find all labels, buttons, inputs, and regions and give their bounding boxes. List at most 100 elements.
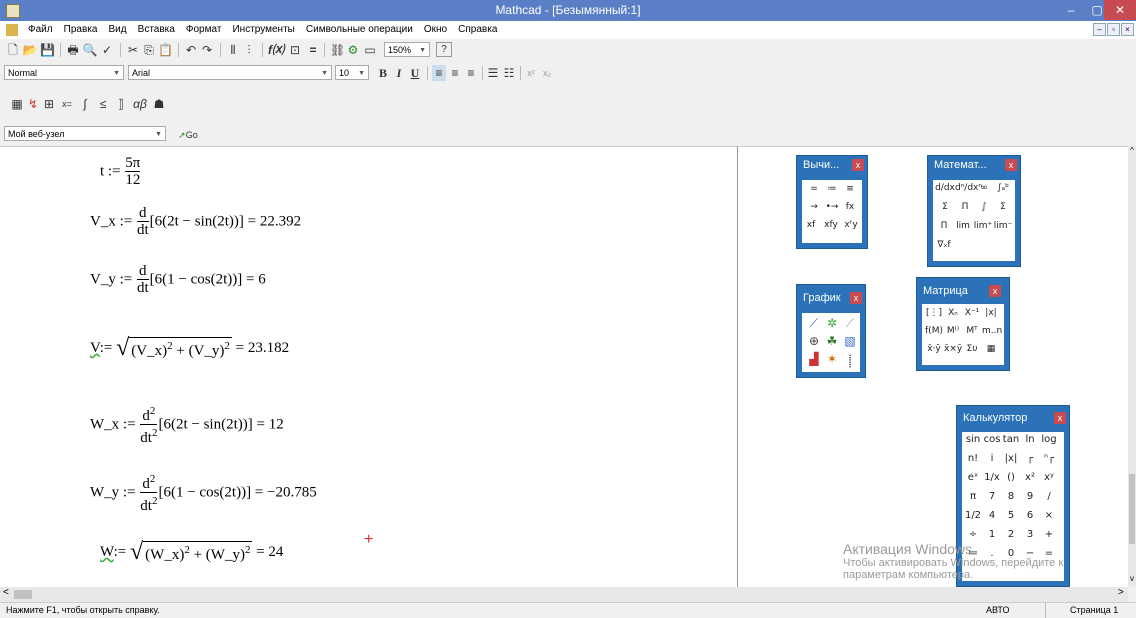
scroll-left-icon[interactable]: < bbox=[3, 587, 9, 598]
graph-toolbar-icon[interactable]: ↯ bbox=[26, 96, 40, 112]
palette-button[interactable]: = bbox=[805, 184, 823, 194]
calculator-key[interactable]: 1 bbox=[983, 529, 1001, 540]
palette-header[interactable]: Калькулятор x bbox=[957, 406, 1069, 427]
palette-button[interactable]: [⋮] bbox=[924, 308, 944, 318]
redo-icon[interactable]: ↷ bbox=[200, 42, 214, 58]
palette-button[interactable]: → bbox=[805, 202, 823, 212]
calculator-key[interactable]: / bbox=[1040, 491, 1058, 502]
menu-file[interactable]: Файл bbox=[24, 21, 57, 39]
equation-wy[interactable]: W_y := d2 dt2 [6(1 − cos(2t))] = −20.785 bbox=[90, 471, 317, 515]
align-left-icon[interactable]: ≡ bbox=[432, 65, 446, 81]
underline-button[interactable]: U bbox=[408, 65, 422, 81]
open-icon[interactable]: 📂 bbox=[22, 42, 38, 58]
palette-button[interactable]: Mᵀ bbox=[962, 326, 982, 336]
calculator-key[interactable]: |x| bbox=[1002, 453, 1020, 464]
3d-bar-icon[interactable]: ▧ bbox=[841, 334, 859, 348]
calculator-key[interactable]: 5 bbox=[1002, 510, 1020, 521]
equation-w[interactable]: W:= √ (W_x)2 + (W_y)2 = 24 bbox=[100, 539, 283, 566]
boolean-toolbar-icon[interactable]: ≤ bbox=[96, 96, 110, 112]
xy-plot-icon[interactable]: ⟋ bbox=[805, 316, 823, 331]
matrix-toolbar-icon[interactable]: ⊞ bbox=[42, 96, 56, 112]
palette-button[interactable]: Σ bbox=[993, 202, 1013, 212]
palette-button[interactable]: f(M) bbox=[924, 326, 944, 336]
spellcheck-icon[interactable]: ✓ bbox=[100, 42, 114, 58]
calculator-key[interactable]: 6 bbox=[1021, 510, 1039, 521]
palette-close-button[interactable]: x bbox=[850, 292, 862, 304]
menu-symbolics[interactable]: Символьные операции bbox=[302, 21, 417, 39]
style-select[interactable]: Normal ▼ bbox=[4, 65, 124, 80]
palette-button[interactable]: x̄·ȳ bbox=[924, 344, 944, 354]
calculator-key[interactable]: x² bbox=[1021, 472, 1039, 483]
menu-help[interactable]: Справка bbox=[454, 21, 501, 39]
palette-header[interactable]: Матрица x bbox=[917, 278, 1009, 300]
horizontal-scroll-thumb[interactable] bbox=[14, 590, 32, 599]
palette-button[interactable]: Π bbox=[935, 221, 953, 231]
greek-toolbar-icon[interactable]: αβ bbox=[132, 96, 148, 112]
palette-button[interactable]: ∇ₓf bbox=[935, 240, 953, 250]
calculus-palette[interactable]: Математ... x d/dx dⁿ/dxⁿ ∞ ∫ₐᵇ Σ Π ∫ Σ Π … bbox=[927, 155, 1021, 267]
scroll-up-icon[interactable]: ^ bbox=[1128, 146, 1136, 155]
palette-button[interactable]: ∫ bbox=[975, 202, 993, 212]
equation-v[interactable]: V:= √ (V_x)2 + (V_y)2 = 23.182 bbox=[90, 335, 289, 362]
palette-button[interactable]: Xₙ bbox=[944, 308, 962, 318]
print-preview-icon[interactable]: 🔍 bbox=[82, 42, 98, 58]
help-icon[interactable]: ? bbox=[436, 42, 452, 57]
calculator-toolbar-icon[interactable]: ▦ bbox=[10, 96, 24, 112]
equation-wx[interactable]: W_x := d2 dt2 [6(2t − sin(2t))] = 12 bbox=[90, 403, 284, 447]
undo-icon[interactable]: ↶ bbox=[184, 42, 198, 58]
new-icon[interactable]: 🗋 bbox=[6, 42, 20, 58]
italic-button[interactable]: I bbox=[392, 65, 406, 81]
calculator-key[interactable]: 2 bbox=[1002, 529, 1020, 540]
palette-header[interactable]: График x bbox=[797, 285, 865, 307]
calculator-key[interactable]: eˣ bbox=[964, 472, 982, 483]
palette-button[interactable]: lim bbox=[953, 221, 973, 231]
palette-button[interactable]: xᶠy bbox=[842, 220, 860, 230]
align-down-icon[interactable]: ⫶ bbox=[242, 42, 256, 58]
palette-button[interactable]: xfy bbox=[820, 220, 842, 230]
save-icon[interactable]: 💾 bbox=[40, 42, 55, 58]
web-address-select[interactable]: Мой веб-узел ▼ bbox=[4, 126, 166, 141]
calculator-key[interactable]: sin bbox=[964, 434, 982, 445]
palette-button[interactable]: X⁻¹ bbox=[962, 308, 982, 318]
palette-button[interactable]: Π bbox=[955, 202, 975, 212]
resource-center-icon[interactable]: ▭ bbox=[363, 42, 377, 58]
palette-button[interactable]: fx bbox=[841, 202, 859, 212]
calculator-key[interactable]: ⁿ┌ bbox=[1040, 453, 1058, 464]
palette-close-button[interactable]: x bbox=[989, 285, 1001, 297]
calculator-key[interactable]: 8 bbox=[1002, 491, 1020, 502]
calculator-key[interactable]: n! bbox=[964, 453, 982, 464]
palette-button[interactable]: x̄×ȳ bbox=[944, 344, 962, 354]
font-select[interactable]: Arial ▼ bbox=[128, 65, 332, 80]
palette-button[interactable]: Σ bbox=[935, 202, 955, 212]
equation-vy[interactable]: V_y := d dt [6(1 − cos(2t))] = 6 bbox=[90, 263, 266, 297]
surface-plot-icon[interactable]: ⟋ bbox=[841, 316, 859, 331]
align-right-icon[interactable]: ≡ bbox=[464, 65, 478, 81]
calculator-key[interactable]: ┌ bbox=[1021, 453, 1039, 464]
equation-t[interactable]: t := 5π 12 bbox=[100, 155, 141, 189]
palette-header[interactable]: Вычи... x bbox=[797, 156, 867, 174]
bullets-icon[interactable]: ☰ bbox=[486, 65, 500, 81]
go-button[interactable]: ➚Go bbox=[176, 127, 200, 143]
palette-button[interactable]: ▦ bbox=[982, 344, 1000, 354]
calculator-key[interactable]: 1/x bbox=[983, 472, 1001, 483]
plot-wizard-icon[interactable]: ⸽ bbox=[841, 352, 859, 369]
calculator-key[interactable]: tan bbox=[1002, 434, 1020, 445]
palette-header[interactable]: Математ... x bbox=[928, 156, 1020, 174]
calculator-key[interactable]: × bbox=[1040, 510, 1058, 521]
font-size-select[interactable]: 10 ▼ bbox=[335, 65, 369, 80]
palette-button[interactable]: •→ bbox=[823, 202, 841, 212]
palette-button[interactable]: d/dx bbox=[935, 183, 955, 193]
calculator-key[interactable]: xʸ bbox=[1040, 472, 1058, 483]
menu-edit[interactable]: Правка bbox=[60, 21, 102, 39]
3d-scatter-icon[interactable]: ☘ bbox=[823, 334, 841, 348]
bold-button[interactable]: B bbox=[376, 65, 390, 81]
palette-close-button[interactable]: x bbox=[1005, 159, 1017, 171]
doc-minimize-button[interactable]: – bbox=[1093, 23, 1106, 36]
vertical-scrollbar[interactable]: ^ v bbox=[1128, 146, 1136, 587]
numbering-icon[interactable]: ☷ bbox=[502, 65, 516, 81]
bar-plot-icon[interactable]: ▟ bbox=[805, 352, 823, 366]
calculator-key[interactable]: π bbox=[964, 491, 982, 502]
cut-icon[interactable]: ✂ bbox=[126, 42, 140, 58]
palette-close-button[interactable]: x bbox=[1054, 412, 1066, 424]
menu-tools[interactable]: Инструменты bbox=[228, 21, 298, 39]
